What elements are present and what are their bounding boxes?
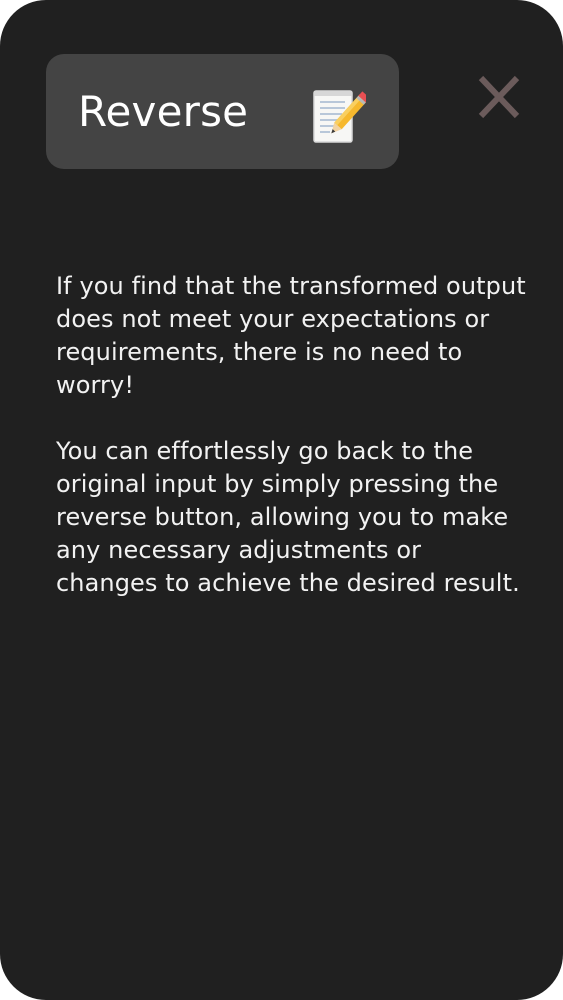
paragraph-2: You can effortlessly go back to the orig…	[56, 437, 520, 597]
reverse-info-dialog: Reverse If you find that the transformed…	[0, 0, 563, 1000]
paragraph-1: If you find that the transformed output …	[56, 272, 526, 399]
dialog-body: If you find that the transformed output …	[56, 270, 526, 600]
dialog-title: Reverse	[78, 87, 249, 136]
close-icon	[478, 75, 520, 119]
dialog-title-pill: Reverse	[46, 54, 399, 169]
close-button[interactable]	[473, 72, 525, 124]
memo-pencil-icon	[312, 87, 370, 145]
